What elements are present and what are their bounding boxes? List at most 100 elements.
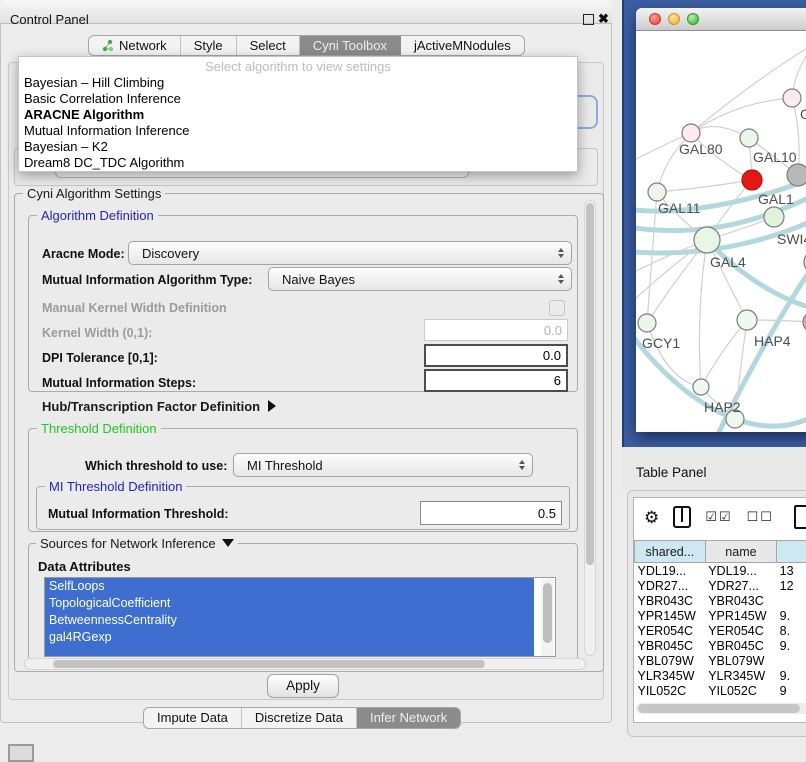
settings-vertical-scrollbar[interactable] bbox=[584, 200, 596, 656]
column-header-clipped[interactable] bbox=[777, 541, 806, 563]
algorithm-option-selected[interactable]: ARACNE Algorithm bbox=[19, 107, 577, 123]
table-row[interactable]: YBR043CYBR043C bbox=[635, 593, 806, 608]
table-row[interactable]: YDR27...YDR27...12 bbox=[635, 578, 806, 593]
cell[interactable]: YIL052C bbox=[705, 683, 776, 698]
float-window-icon[interactable] bbox=[583, 14, 594, 25]
list-item[interactable]: BetweennessCentrality bbox=[45, 612, 534, 629]
cell[interactable]: YBR045C bbox=[635, 638, 706, 653]
dpi-tolerance-input[interactable] bbox=[424, 344, 568, 367]
close-traffic-light-icon[interactable] bbox=[649, 13, 661, 25]
algorithm-option[interactable]: Bayesian – K2 bbox=[19, 139, 577, 155]
column-header-sharedname[interactable]: shared... bbox=[635, 541, 706, 563]
algorithm-option[interactable]: Basic Correlation Inference bbox=[19, 91, 577, 107]
tab-impute-data[interactable]: Impute Data bbox=[144, 708, 242, 728]
algorithm-option[interactable]: Dream8 DC_TDC Algorithm bbox=[19, 155, 577, 171]
sources-group-header[interactable]: Sources for Network Inference bbox=[36, 536, 238, 551]
list-item-partial[interactable] bbox=[45, 646, 534, 657]
table-hscroll-thumb[interactable] bbox=[638, 704, 800, 713]
node-gal1-red[interactable] bbox=[742, 170, 762, 190]
node-gal4[interactable] bbox=[694, 227, 720, 253]
settings-horizontal-scrollbar[interactable] bbox=[24, 658, 586, 670]
split-columns-icon[interactable] bbox=[673, 506, 691, 528]
list-item[interactable]: SelfLoops bbox=[45, 578, 534, 595]
deselect-all-columns-icon[interactable]: ☐☐ bbox=[747, 509, 774, 525]
tab-jactivemnodules[interactable]: jActiveMNodules bbox=[401, 36, 524, 55]
table-row[interactable]: YLR345WYLR345W9. bbox=[635, 668, 806, 683]
tab-network[interactable]: Network bbox=[89, 36, 181, 55]
cell[interactable]: YBR045C bbox=[705, 638, 776, 653]
mini-panel-icon[interactable] bbox=[8, 744, 34, 762]
mi-threshold-input[interactable] bbox=[420, 501, 562, 525]
tab-select[interactable]: Select bbox=[237, 36, 300, 55]
select-all-columns-icon[interactable]: ☑☑ bbox=[705, 509, 732, 525]
cell[interactable]: YDL19... bbox=[635, 563, 706, 579]
gear-icon[interactable]: ⚙ bbox=[644, 509, 659, 526]
table-row[interactable]: YPR145WYPR145W9. bbox=[635, 608, 806, 623]
kernel-width-input[interactable] bbox=[424, 319, 568, 341]
apply-button[interactable]: Apply bbox=[267, 674, 339, 698]
cell[interactable]: YER054C bbox=[635, 623, 706, 638]
data-attributes-list[interactable]: SelfLoops TopologicalCoefficient Between… bbox=[44, 577, 556, 657]
cell[interactable]: 8. bbox=[777, 623, 806, 638]
node-swi4[interactable] bbox=[764, 207, 784, 227]
algorithm-option[interactable]: Mutual Information Inference bbox=[19, 123, 577, 139]
cell[interactable]: YDR27... bbox=[705, 578, 776, 593]
settings-hscroll-thumb[interactable] bbox=[53, 660, 485, 668]
node-gray[interactable] bbox=[787, 164, 806, 186]
cell[interactable]: YLR345W bbox=[635, 668, 706, 683]
table-row[interactable]: YBL079WYBL079W bbox=[635, 653, 806, 668]
table-row[interactable]: YIL052CYIL052C9 bbox=[635, 683, 806, 698]
cell[interactable]: YPR145W bbox=[635, 608, 706, 623]
cell[interactable]: 9. bbox=[777, 668, 806, 683]
node-hap2[interactable] bbox=[693, 379, 709, 395]
attributes-scrollbar-thumb[interactable] bbox=[543, 583, 552, 643]
cell[interactable]: YDL19... bbox=[705, 563, 776, 579]
cell[interactable] bbox=[777, 593, 806, 608]
manual-kernel-width-checkbox[interactable] bbox=[549, 300, 565, 316]
algorithm-option[interactable]: Bayesian – Hill Climbing bbox=[19, 75, 577, 91]
table-horizontal-scrollbar[interactable] bbox=[636, 703, 806, 714]
cell[interactable]: 12 bbox=[777, 578, 806, 593]
cell[interactable]: YIL052C bbox=[635, 683, 706, 698]
cell[interactable]: YPR145W bbox=[705, 608, 776, 623]
list-item[interactable]: TopologicalCoefficient bbox=[45, 595, 534, 612]
settings-vscroll-thumb[interactable] bbox=[586, 203, 594, 565]
tab-infer-network[interactable]: Infer Network bbox=[357, 708, 460, 728]
minimize-traffic-light-icon[interactable] bbox=[668, 13, 680, 25]
table-row[interactable]: YDL19...YDL19...13 bbox=[635, 563, 806, 579]
node-hap4[interactable] bbox=[737, 310, 757, 330]
node-gcy1[interactable] bbox=[638, 314, 656, 332]
zoom-traffic-light-icon[interactable] bbox=[687, 13, 699, 25]
cell[interactable]: 9. bbox=[777, 608, 806, 623]
tab-cyni-toolbox[interactable]: Cyni Toolbox bbox=[300, 36, 401, 55]
node-gal11[interactable] bbox=[648, 183, 666, 201]
mi-steps-input[interactable] bbox=[424, 369, 568, 392]
tab-discretize-data[interactable]: Discretize Data bbox=[242, 708, 357, 728]
table-row[interactable]: YBR045CYBR045C9. bbox=[635, 638, 806, 653]
cell[interactable]: YBR043C bbox=[635, 593, 706, 608]
cell[interactable] bbox=[777, 653, 806, 668]
node[interactable] bbox=[783, 89, 801, 107]
cell[interactable]: 9 bbox=[777, 683, 806, 698]
cell[interactable]: YBL079W bbox=[705, 653, 776, 668]
cell[interactable]: YLR345W bbox=[705, 668, 776, 683]
node-gal10[interactable] bbox=[740, 129, 758, 147]
document-icon[interactable] bbox=[794, 505, 806, 529]
mi-algorithm-type-combobox[interactable]: Naive Bayes bbox=[268, 267, 572, 291]
node-gal80[interactable] bbox=[682, 124, 700, 142]
cell[interactable]: YBR043C bbox=[705, 593, 776, 608]
tab-style[interactable]: Style bbox=[181, 36, 237, 55]
cell[interactable]: 9. bbox=[777, 638, 806, 653]
cell[interactable]: YER054C bbox=[705, 623, 776, 638]
cell[interactable]: YDR27... bbox=[635, 578, 706, 593]
which-threshold-combobox[interactable]: MI Threshold bbox=[233, 453, 533, 477]
table-row[interactable]: YER054CYER054C8. bbox=[635, 623, 806, 638]
hub-definition-expander[interactable]: Hub/Transcription Factor Definition bbox=[42, 399, 276, 414]
list-item[interactable]: gal4RGexp bbox=[45, 629, 534, 646]
cell[interactable]: 13 bbox=[777, 563, 806, 579]
aracne-mode-combobox[interactable]: Discovery bbox=[128, 241, 572, 265]
attributes-scrollbar[interactable] bbox=[541, 579, 554, 656]
close-icon[interactable]: ✖ bbox=[598, 11, 609, 27]
cell[interactable]: YBL079W bbox=[635, 653, 706, 668]
column-header-name[interactable]: name bbox=[705, 541, 776, 563]
